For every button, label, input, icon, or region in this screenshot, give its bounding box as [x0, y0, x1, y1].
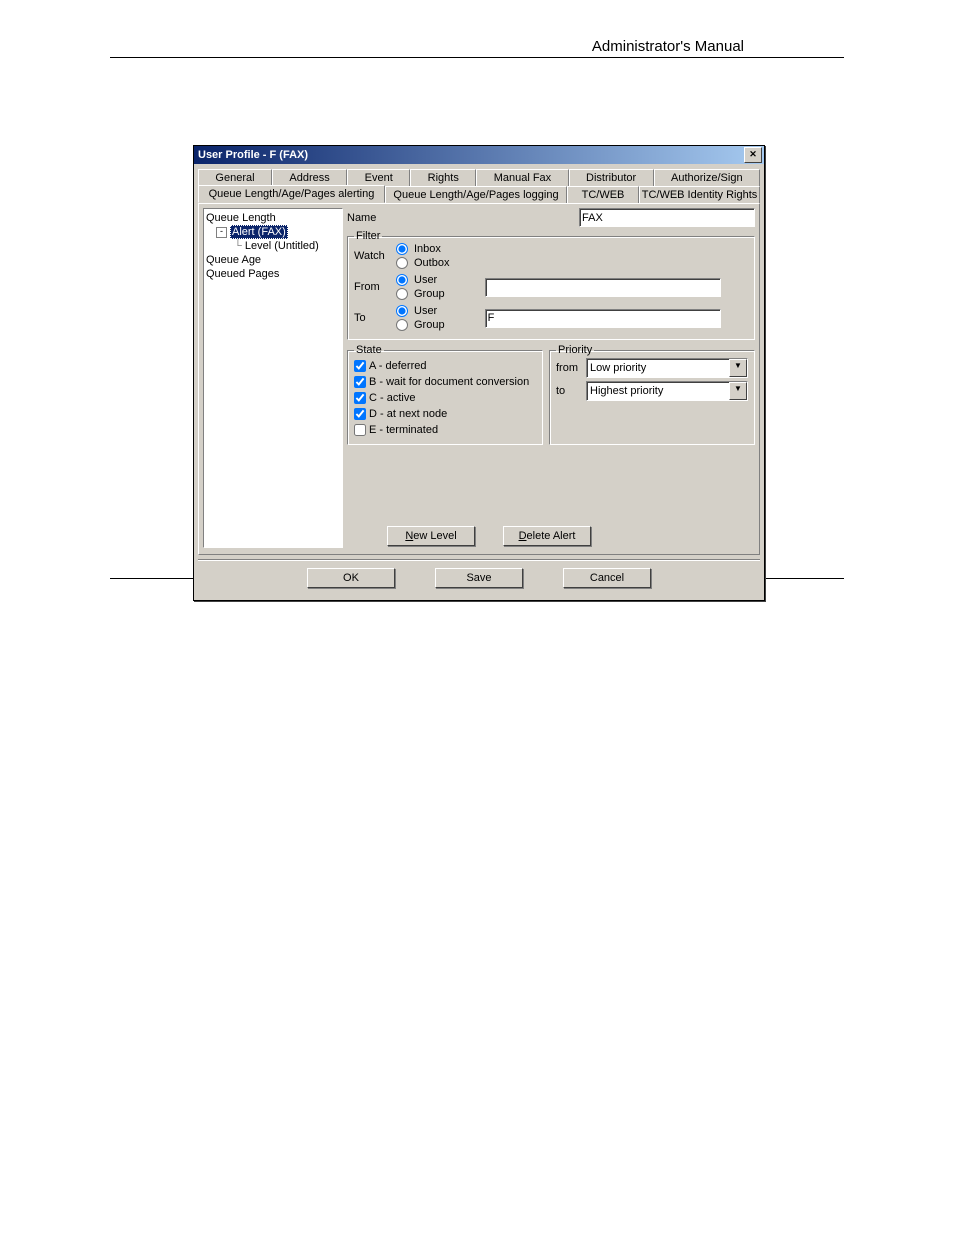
state-group: State A - deferred B - wait for document…	[347, 344, 543, 445]
tree-collapse-icon[interactable]: -	[216, 227, 227, 238]
tree-item-queue-age[interactable]: Queue Age	[206, 253, 340, 267]
tab-tcweb-identity[interactable]: TC/WEB Identity Rights	[639, 186, 760, 204]
to-user-radio[interactable]: User	[396, 304, 445, 318]
watch-label: Watch	[354, 250, 396, 262]
state-a-checkbox[interactable]: A - deferred	[354, 358, 536, 374]
tab-queue-alerting[interactable]: Queue Length/Age/Pages alerting	[198, 185, 385, 203]
tree-item-queued-pages[interactable]: Queued Pages	[206, 267, 340, 281]
new-level-button[interactable]: New Level	[387, 526, 475, 546]
to-group-radio[interactable]: Group	[396, 318, 445, 332]
tree-item-level-untitled[interactable]: Level (Untitled)	[206, 239, 340, 253]
ok-button[interactable]: OK	[307, 568, 395, 588]
state-b-checkbox[interactable]: B - wait for document conversion	[354, 374, 536, 390]
page-header: Administrator's Manual	[110, 38, 844, 58]
user-profile-dialog: User Profile - F (FAX) ✕ General Address…	[193, 145, 765, 601]
tab-panel: Queue Length -Alert (FAX) Level (Untitle…	[198, 203, 760, 555]
state-d-checkbox[interactable]: D - at next node	[354, 406, 536, 422]
state-e-checkbox[interactable]: E - terminated	[354, 422, 536, 438]
tab-distributor[interactable]: Distributor	[569, 169, 654, 186]
watch-inbox-radio[interactable]: Inbox	[396, 242, 449, 256]
tabs-row-1: General Address Event Rights Manual Fax …	[198, 168, 760, 185]
tree-item-label: Level (Untitled)	[245, 240, 319, 252]
alert-tree[interactable]: Queue Length -Alert (FAX) Level (Untitle…	[203, 208, 343, 548]
tabs-row-2: Queue Length/Age/Pages alerting Queue Le…	[198, 185, 760, 203]
name-field[interactable]	[579, 208, 755, 227]
chevron-down-icon[interactable]: ▼	[729, 359, 747, 377]
to-field[interactable]	[485, 309, 721, 328]
priority-group: Priority from Low priority ▼ to Highest …	[549, 344, 755, 445]
page-header-text: Administrator's Manual	[592, 38, 744, 55]
from-group-radio[interactable]: Group	[396, 287, 445, 301]
chevron-down-icon[interactable]: ▼	[729, 382, 747, 400]
tree-item-queue-length[interactable]: Queue Length	[206, 211, 340, 225]
state-c-checkbox[interactable]: C - active	[354, 390, 536, 406]
tab-manual-fax[interactable]: Manual Fax	[476, 169, 568, 186]
tree-item-alert-fax[interactable]: -Alert (FAX)	[206, 225, 340, 239]
close-icon[interactable]: ✕	[744, 147, 762, 163]
name-label: Name	[347, 212, 389, 224]
watch-outbox-radio[interactable]: Outbox	[396, 256, 449, 270]
priority-from-label: from	[556, 362, 586, 374]
dialog-title: User Profile - F (FAX)	[198, 149, 308, 161]
cancel-button[interactable]: Cancel	[563, 568, 651, 588]
tab-queue-logging[interactable]: Queue Length/Age/Pages logging	[385, 186, 567, 204]
dialog-footer: OK Save Cancel	[198, 559, 760, 596]
tab-rights[interactable]: Rights	[410, 169, 476, 186]
from-user-radio[interactable]: User	[396, 273, 445, 287]
filter-legend: Filter	[354, 230, 382, 242]
priority-to-label: to	[556, 385, 586, 397]
from-field[interactable]	[485, 278, 721, 297]
delete-alert-button[interactable]: Delete Alert	[503, 526, 591, 546]
tab-authorize-sign[interactable]: Authorize/Sign	[654, 169, 760, 186]
right-pane: Name Filter Watch Inbox Outbox From User	[347, 208, 755, 550]
tab-tcweb[interactable]: TC/WEB	[567, 186, 639, 204]
filter-group: Filter Watch Inbox Outbox From User Grou…	[347, 230, 755, 340]
titlebar: User Profile - F (FAX) ✕	[194, 146, 764, 164]
from-label: From	[354, 281, 396, 293]
priority-legend: Priority	[556, 344, 594, 356]
priority-to-dropdown[interactable]: Highest priority ▼	[586, 381, 748, 401]
priority-from-dropdown[interactable]: Low priority ▼	[586, 358, 748, 378]
save-button[interactable]: Save	[435, 568, 523, 588]
tab-address[interactable]: Address	[272, 169, 347, 186]
tab-event[interactable]: Event	[347, 169, 410, 186]
state-legend: State	[354, 344, 384, 356]
tree-item-label: Alert (FAX)	[230, 225, 288, 239]
tab-general[interactable]: General	[198, 169, 272, 186]
to-label: To	[354, 312, 396, 324]
